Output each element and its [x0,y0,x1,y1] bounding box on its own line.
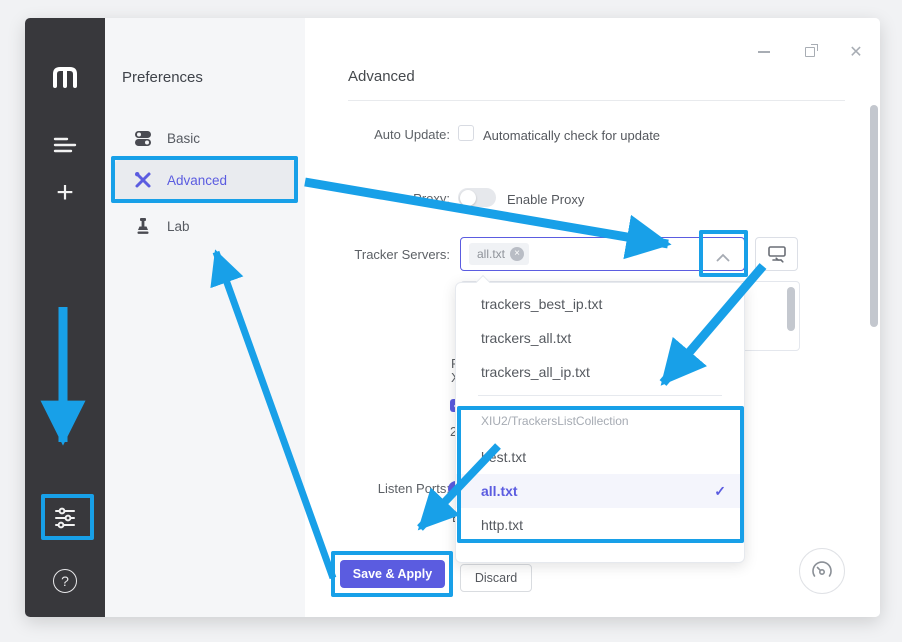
selected-tracker-tag: all.txt × [469,243,529,265]
preferences-panel: Preferences Basic Advanced [105,18,305,617]
dropdown-option[interactable]: trackers_all_ip.txt [456,355,744,389]
sync-icon [767,245,787,263]
auto-update-checkbox[interactable] [458,125,474,141]
chevron-up-icon[interactable] [716,249,730,267]
nav-label-basic: Basic [167,131,200,146]
nav-item-advanced[interactable]: Advanced [115,160,295,200]
close-button[interactable]: ✕ [848,44,864,60]
minimize-button[interactable] [756,44,772,60]
motrix-logo-icon [25,64,105,90]
discard-button[interactable]: Discard [460,564,532,592]
dropdown-option[interactable]: trackers_best_ip.txt [456,287,744,321]
dropdown-option-selected[interactable]: all.txt ✓ [456,474,744,508]
toggles-icon [133,128,153,148]
dropdown-group-label: XIU2/TrackersListCollection [456,414,744,428]
minimize-icon [758,51,770,53]
stamp-icon [133,216,153,236]
tracker-servers-label: Tracker Servers: [305,247,450,262]
app-sidebar: + ? [25,18,105,617]
page-title: Advanced [348,68,415,85]
speedometer-icon [808,557,836,585]
title-divider [348,100,845,101]
window-controls: ✕ [756,44,864,60]
speed-limit-button[interactable] [799,548,845,594]
preferences-button[interactable] [41,496,89,540]
add-task-icon[interactable]: + [25,176,105,210]
tools-icon [133,170,153,190]
toggle-knob [460,190,476,206]
advanced-settings-pane: ✕ Advanced Auto Update: Automatically ch… [305,18,880,617]
tracker-select-dropdown: trackers_best_ip.txt trackers_all.txt tr… [455,282,745,563]
enable-proxy-label: Enable Proxy [507,192,584,207]
tag-label: all.txt [477,247,505,261]
maximize-icon [805,47,815,57]
dropdown-option[interactable]: http.txt [456,508,744,542]
preferences-title: Preferences [122,69,203,86]
task-list-icon[interactable] [25,136,105,154]
auto-update-label: Auto Update: [305,127,450,142]
textarea-scrollbar[interactable] [787,287,795,331]
sliders-icon [53,506,77,530]
listen-ports-label: Listen Ports: [305,481,450,496]
maximize-button[interactable] [802,44,818,60]
nav-label-advanced: Advanced [167,173,227,188]
app-window: + ? Preferences [25,18,880,617]
nav-item-basic[interactable]: Basic [115,118,295,158]
proxy-label: Proxy: [305,191,450,206]
dropdown-divider [478,395,722,396]
question-icon: ? [53,569,77,593]
nav-label-lab: Lab [167,219,190,234]
dropdown-option[interactable]: trackers_all.txt [456,321,744,355]
nav-item-lab[interactable]: Lab [115,206,295,246]
help-button[interactable]: ? [25,569,105,593]
tracker-servers-select[interactable]: all.txt × [460,237,745,271]
option-label: all.txt [481,483,518,499]
check-icon: ✓ [714,474,726,508]
dropdown-option[interactable]: best.txt [456,440,744,474]
sync-tracker-list-button[interactable] [755,237,798,271]
auto-update-checkbox-label: Automatically check for update [483,128,660,143]
enable-proxy-toggle[interactable] [458,188,496,207]
screenshot-canvas: + ? Preferences [0,0,902,642]
tag-close-icon[interactable]: × [510,247,524,261]
save-apply-button[interactable]: Save & Apply [340,560,445,588]
content-scrollbar[interactable] [870,105,878,327]
